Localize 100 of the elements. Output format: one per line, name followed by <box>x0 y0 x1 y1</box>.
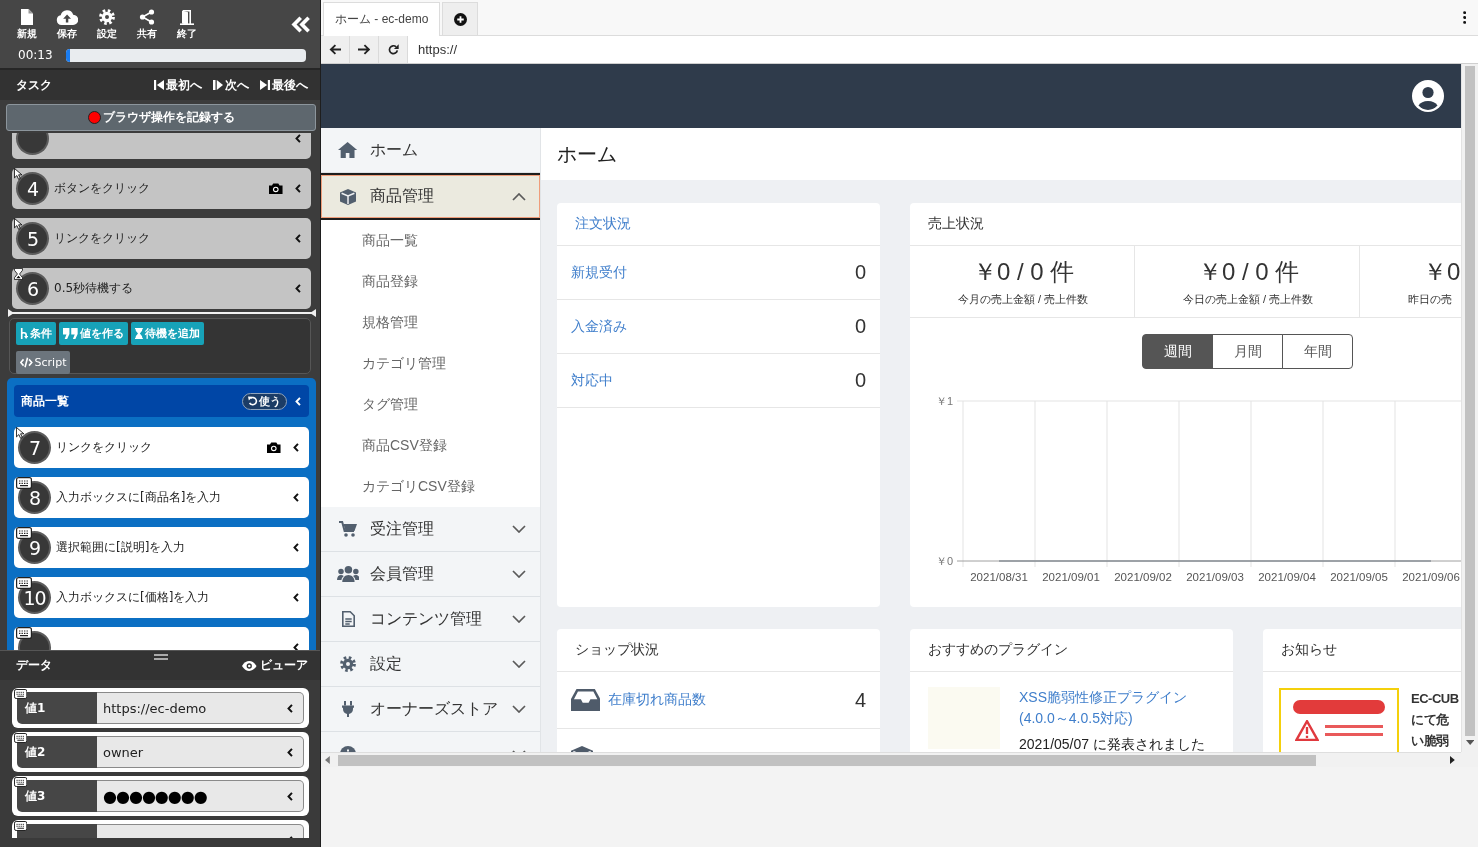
sidebar-item[interactable]: 受注管理 <box>321 507 540 552</box>
toolbar-button[interactable]: 共有 <box>128 9 166 40</box>
toolbar-button[interactable]: 設定 <box>88 9 126 40</box>
task-card[interactable]: 4 ボタンをクリック <box>12 168 311 209</box>
x-axis-label: 2021/09/05 <box>1330 571 1388 583</box>
y-axis-label: ￥0 <box>935 555 953 567</box>
chevron-icon <box>295 134 301 143</box>
card-title: お知らせ <box>1281 641 1337 659</box>
new-tab-button[interactable] <box>442 2 478 35</box>
cube-icon <box>340 188 356 205</box>
panel-title: タスク <box>16 76 52 94</box>
forward-button[interactable] <box>350 36 379 63</box>
arrow-left-icon <box>328 44 342 55</box>
task-card[interactable]: 7 リンクをクリック <box>14 427 309 468</box>
sidebar-subitem[interactable]: 規格管理 <box>321 302 540 343</box>
notice-text[interactable]: い脆弱 <box>1411 730 1449 751</box>
branch-icon <box>20 328 29 339</box>
card-title: ショップ状況 <box>575 641 659 659</box>
vertical-scrollbar[interactable] <box>1461 64 1478 752</box>
notice-text[interactable]: にて危 <box>1411 709 1449 730</box>
horizontal-scrollbar[interactable] <box>321 752 1461 767</box>
plugin-link[interactable]: XSS脆弱性修正プラグイン(4.0.0～4.0.5対応) <box>1019 687 1215 729</box>
x-axis-label: 2021/08/31 <box>970 571 1028 583</box>
y-axis-label: ￥1 <box>935 395 953 407</box>
task-card[interactable]: 5 リンクをクリック <box>12 218 311 259</box>
sidebar-subitem[interactable]: カテゴリ管理 <box>321 343 540 384</box>
sales-caption: 今日の売上金額 / 売上件数 <box>1182 292 1315 306</box>
value-name-label: 値1 <box>17 692 97 724</box>
back-button[interactable] <box>321 36 350 63</box>
period-tab[interactable]: 月間 <box>1212 334 1283 369</box>
task-card[interactable]: 10 入力ボックスに[価格]を入力 <box>14 577 309 618</box>
order-status-link[interactable]: 対応中 <box>571 371 613 390</box>
record-button[interactable]: ブラウザ操作を記録する <box>6 104 316 131</box>
card-title[interactable]: 注文状況 <box>575 215 631 233</box>
browser-tab[interactable]: ホーム - ec-demo <box>323 2 440 36</box>
toolbar-button[interactable]: 新規 <box>8 9 46 40</box>
task-label: 入力ボックスに[商品名]を入力 <box>56 489 222 506</box>
toolbar-button[interactable]: 終了 <box>168 9 206 40</box>
scrollbar-thumb[interactable] <box>1465 66 1475 736</box>
chevron-icon <box>287 747 293 757</box>
order-count: 0 <box>854 315 866 338</box>
value-field[interactable]: owner <box>97 736 304 768</box>
double-chevron-left-icon[interactable] <box>290 16 310 33</box>
nav-button[interactable]: 次へ <box>213 76 249 94</box>
order-status-link[interactable]: 入金済み <box>571 317 627 336</box>
drag-handle-icon[interactable] <box>154 654 168 660</box>
period-tab[interactable]: 年間 <box>1282 334 1353 369</box>
page-title: ホーム <box>557 141 617 167</box>
sidebar-subitem[interactable]: 商品登録 <box>321 261 540 302</box>
group-header[interactable]: 商品一覧 使う <box>14 385 309 417</box>
task-card[interactable]: 8 入力ボックスに[商品名]を入力 <box>14 477 309 518</box>
nav-button[interactable]: 最初へ <box>154 76 202 94</box>
sidebar-subitem[interactable]: タグ管理 <box>321 384 540 425</box>
scroll-left-arrow-icon[interactable] <box>325 756 330 764</box>
nav-button[interactable]: 最後へ <box>260 76 308 94</box>
cursor-icon <box>14 218 23 230</box>
value-field[interactable]: https://ec-demo <box>97 692 304 724</box>
notice-text[interactable]: EC-CUB <box>1411 688 1459 709</box>
hourglass-icon <box>14 268 23 280</box>
script-button[interactable]: Script <box>16 351 71 374</box>
address-field[interactable]: https:// <box>408 36 1478 63</box>
viewer-button[interactable]: ビューア <box>242 657 308 674</box>
shop-status-link[interactable]: 在庫切れ商品数 <box>608 691 707 709</box>
chevron-icon <box>293 643 299 650</box>
task-label: リンクをクリック <box>54 230 150 247</box>
chevron-icon <box>295 396 301 406</box>
scroll-down-arrow-icon[interactable] <box>1465 740 1475 745</box>
more-options-icon[interactable] <box>1462 11 1466 24</box>
user-avatar-icon[interactable] <box>1412 80 1444 112</box>
x-axis-label: 2021/09/01 <box>1042 571 1100 583</box>
eye-icon <box>242 660 257 671</box>
task-card[interactable]: 9 選択範囲に[説明]を入力 <box>14 527 309 568</box>
task-card[interactable]: 6 0.5秒待機する <box>12 268 311 309</box>
order-status-link[interactable]: 新規受付 <box>571 263 627 282</box>
scrollbar-thumb[interactable] <box>337 754 1316 766</box>
step-number: 4 <box>18 174 47 203</box>
sidebar-item[interactable]: 設定 <box>321 642 540 687</box>
sidebar-item[interactable]: 商品管理 <box>321 173 540 220</box>
redo-icon <box>248 396 258 406</box>
value-field[interactable]: ●●●●●●●● <box>97 780 304 812</box>
sidebar-subitem[interactable]: カテゴリCSV登録 <box>321 466 540 507</box>
toolbar-button[interactable]: 保存 <box>48 9 86 40</box>
reload-button[interactable] <box>379 36 408 63</box>
chevron-icon <box>293 543 299 552</box>
shop-count: 4 <box>854 688 866 712</box>
sidebar-subitem[interactable]: 商品一覧 <box>321 220 540 261</box>
sidebar-item[interactable]: オーナーズストア <box>321 687 540 732</box>
record-dot-icon <box>87 111 101 124</box>
use-button[interactable]: 使う <box>242 392 287 410</box>
period-tab[interactable]: 週間 <box>1142 334 1213 369</box>
sidebar-item[interactable]: コンテンツ管理 <box>321 597 540 642</box>
card-title: 売上状況 <box>928 215 984 233</box>
step-number: 5 <box>18 224 47 253</box>
sales-caption: 今月の売上金額 / 売上件数 <box>957 292 1090 306</box>
scroll-right-arrow-icon[interactable] <box>1450 756 1455 764</box>
sidebar-item[interactable]: 会員管理 <box>321 552 540 597</box>
order-count: 0 <box>854 369 866 392</box>
sidebar-subitem[interactable]: 商品CSV登録 <box>321 425 540 466</box>
home-icon <box>338 142 358 158</box>
skip-forward-icon <box>260 80 270 90</box>
